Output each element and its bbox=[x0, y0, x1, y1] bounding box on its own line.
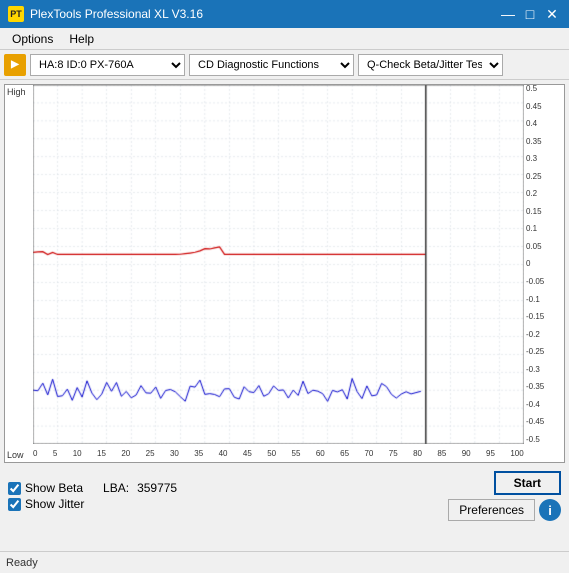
lba-value: 359775 bbox=[137, 481, 177, 495]
close-button[interactable]: ✕ bbox=[543, 5, 561, 23]
test-select[interactable]: Q-Check Beta/Jitter Test bbox=[358, 54, 503, 76]
y-label-1: 0.45 bbox=[526, 103, 562, 111]
start-button[interactable]: Start bbox=[494, 471, 561, 495]
drive-select[interactable]: HA:8 ID:0 PX-760A bbox=[30, 54, 185, 76]
y-label-0: 0.5 bbox=[526, 85, 562, 93]
y-label-10: 0 bbox=[526, 260, 562, 268]
status-text: Ready bbox=[6, 557, 38, 569]
y-label-19: -0.45 bbox=[526, 418, 562, 426]
chart-label-high: High bbox=[7, 87, 26, 97]
y-label-13: -0.15 bbox=[526, 313, 562, 321]
lba-label: LBA: bbox=[103, 481, 129, 495]
preferences-button[interactable]: Preferences bbox=[448, 499, 535, 521]
menu-options[interactable]: Options bbox=[4, 30, 61, 48]
y-label-20: -0.5 bbox=[526, 436, 562, 444]
show-jitter-row: Show Jitter bbox=[8, 497, 177, 511]
main-content: High Low 0.5 0.45 0.4 0.35 0.3 0.25 0.2 … bbox=[0, 80, 569, 551]
y-axis: 0.5 0.45 0.4 0.35 0.3 0.25 0.2 0.15 0.1 … bbox=[524, 85, 564, 444]
y-label-8: 0.1 bbox=[526, 225, 562, 233]
chart-canvas bbox=[33, 85, 524, 444]
status-bar: Ready bbox=[0, 551, 569, 573]
toolbar: ▶ HA:8 ID:0 PX-760A CD Diagnostic Functi… bbox=[0, 50, 569, 80]
y-label-6: 0.2 bbox=[526, 190, 562, 198]
y-label-5: 0.25 bbox=[526, 173, 562, 181]
title-bar: PT PlexTools Professional XL V3.16 — □ ✕ bbox=[0, 0, 569, 28]
y-label-11: -0.05 bbox=[526, 278, 562, 286]
function-select[interactable]: CD Diagnostic Functions bbox=[189, 54, 354, 76]
y-label-17: -0.35 bbox=[526, 383, 562, 391]
window-title: PlexTools Professional XL V3.16 bbox=[30, 7, 203, 21]
title-bar-left: PT PlexTools Professional XL V3.16 bbox=[8, 6, 203, 22]
minimize-button[interactable]: — bbox=[499, 5, 517, 23]
menu-help[interactable]: Help bbox=[61, 30, 102, 48]
x-axis: 0 5 10 15 20 25 30 35 40 45 50 55 60 65 … bbox=[33, 444, 524, 462]
y-label-14: -0.2 bbox=[526, 331, 562, 339]
show-beta-label: Show Beta bbox=[25, 481, 83, 495]
bottom-bar: Show Beta LBA: 359775 Show Jitter Start … bbox=[4, 467, 565, 547]
prefs-row: Preferences i bbox=[448, 499, 561, 521]
chart-inner bbox=[33, 85, 524, 444]
info-button[interactable]: i bbox=[539, 499, 561, 521]
maximize-button[interactable]: □ bbox=[521, 5, 539, 23]
y-label-2: 0.4 bbox=[526, 120, 562, 128]
y-label-18: -0.4 bbox=[526, 401, 562, 409]
show-beta-row: Show Beta LBA: 359775 bbox=[8, 481, 177, 495]
chart-label-low: Low bbox=[7, 450, 24, 460]
drive-icon: ▶ bbox=[4, 54, 26, 76]
y-label-12: -0.1 bbox=[526, 296, 562, 304]
app-icon: PT bbox=[8, 6, 24, 22]
menu-bar: Options Help bbox=[0, 28, 569, 50]
show-jitter-checkbox[interactable] bbox=[8, 498, 21, 511]
show-jitter-label: Show Jitter bbox=[25, 497, 84, 511]
y-label-7: 0.15 bbox=[526, 208, 562, 216]
y-label-15: -0.25 bbox=[526, 348, 562, 356]
chart-container: High Low 0.5 0.45 0.4 0.35 0.3 0.25 0.2 … bbox=[4, 84, 565, 463]
show-beta-checkbox[interactable] bbox=[8, 482, 21, 495]
y-label-4: 0.3 bbox=[526, 155, 562, 163]
y-label-3: 0.35 bbox=[526, 138, 562, 146]
bottom-main-row: Show Beta LBA: 359775 Show Jitter Start … bbox=[4, 467, 565, 521]
right-buttons: Start Preferences i bbox=[448, 471, 561, 521]
window-controls: — □ ✕ bbox=[499, 5, 561, 23]
y-label-16: -0.3 bbox=[526, 366, 562, 374]
y-label-9: 0.05 bbox=[526, 243, 562, 251]
